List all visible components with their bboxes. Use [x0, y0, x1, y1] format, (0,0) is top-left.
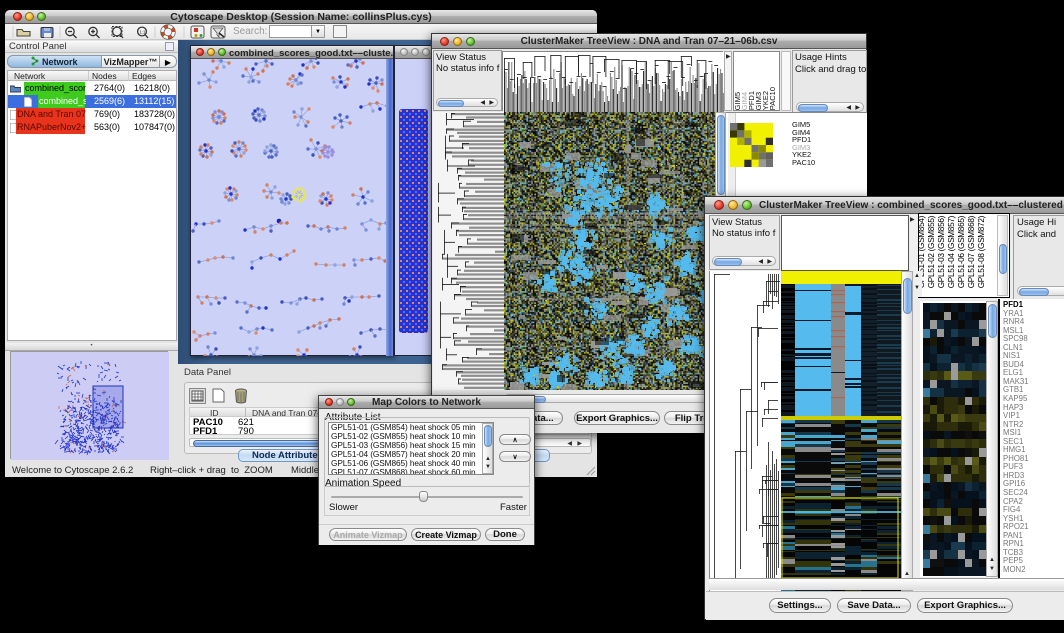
svg-text:1:1: 1:1 — [140, 30, 146, 35]
